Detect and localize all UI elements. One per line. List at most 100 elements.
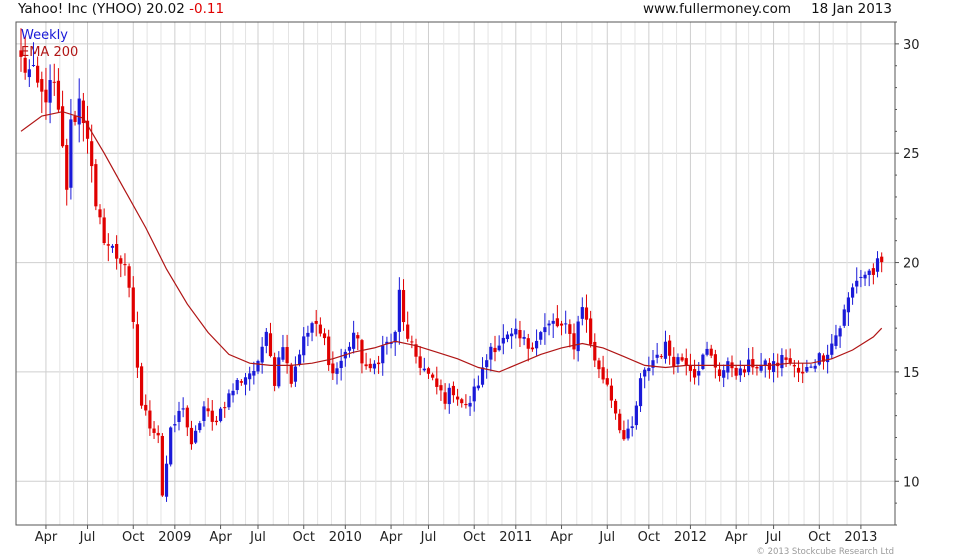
candle-body xyxy=(613,400,618,414)
candle-body xyxy=(435,378,439,387)
candle-body xyxy=(551,320,555,324)
candle-body xyxy=(256,360,260,372)
x-tick-label: Jul xyxy=(765,530,782,545)
candle-body xyxy=(243,377,248,385)
candle-body xyxy=(780,355,784,369)
x-tick-label: Oct xyxy=(463,530,485,545)
x-tick-label: Apr xyxy=(380,530,403,545)
candle-body xyxy=(198,423,202,431)
candle-body xyxy=(44,89,48,103)
x-tick-label: 2009 xyxy=(158,530,191,545)
candle-body xyxy=(381,345,385,364)
x-tick-label: Jul xyxy=(598,530,615,545)
candle-body xyxy=(347,346,352,351)
candle-body xyxy=(543,327,547,333)
plot-area xyxy=(16,22,895,525)
candle-body xyxy=(164,463,169,497)
candle-body xyxy=(410,341,414,343)
candle-body xyxy=(572,333,576,350)
candle-body xyxy=(31,65,36,67)
candle-body xyxy=(801,371,805,374)
y-tick-label: 30 xyxy=(903,38,920,53)
candle-body xyxy=(597,360,601,370)
candle-body xyxy=(364,364,368,367)
candle-body xyxy=(601,367,605,380)
candle-body xyxy=(830,343,834,355)
candle-body xyxy=(846,297,851,313)
candle-body xyxy=(110,245,115,248)
candle-body xyxy=(771,361,776,373)
candle-body xyxy=(709,348,713,356)
candle-body xyxy=(115,243,119,259)
candle-body xyxy=(19,50,23,57)
candle-body xyxy=(302,336,306,356)
candle-body xyxy=(464,403,468,406)
candle-body xyxy=(156,432,160,436)
candle-body xyxy=(52,81,56,83)
candle-body xyxy=(310,323,314,333)
candle-body xyxy=(376,362,381,365)
candle-body xyxy=(622,430,626,440)
candle-body xyxy=(589,318,593,345)
candle-body xyxy=(231,390,235,396)
candle-body xyxy=(593,341,597,361)
candle-body xyxy=(135,324,140,368)
candle-body xyxy=(148,410,152,429)
candle-body xyxy=(36,65,40,83)
candle-body xyxy=(684,358,688,365)
candle-body xyxy=(56,80,61,110)
candle-body xyxy=(206,408,210,412)
candle-body xyxy=(485,360,489,368)
x-tick-label: Oct xyxy=(808,530,830,545)
candle-body xyxy=(293,366,298,382)
candle-body xyxy=(426,368,431,374)
candle-body xyxy=(339,360,343,369)
candle-body xyxy=(705,348,709,355)
candle-body xyxy=(281,347,285,360)
candle-body xyxy=(826,354,830,363)
candle-body xyxy=(418,356,422,368)
candle-body xyxy=(23,57,27,73)
candle-body xyxy=(73,116,77,122)
candle-body xyxy=(322,333,327,339)
candle-body xyxy=(564,323,568,325)
x-tick-label: Jul xyxy=(420,530,437,545)
candle-body xyxy=(48,80,52,103)
candle-body xyxy=(123,264,127,266)
candle-body xyxy=(260,346,264,363)
x-tick-label: 2011 xyxy=(499,530,532,545)
candle-body xyxy=(306,332,310,337)
candle-body xyxy=(69,119,73,188)
candle-body xyxy=(169,427,173,465)
x-tick-label: 2013 xyxy=(844,530,877,545)
candle-body xyxy=(443,392,447,404)
x-tick-label: 2012 xyxy=(674,530,707,545)
candle-body xyxy=(863,274,867,279)
candle-body xyxy=(185,407,189,428)
candle-body xyxy=(855,280,859,287)
x-tick-label: Apr xyxy=(209,530,232,545)
candle-body xyxy=(530,347,535,350)
candle-body xyxy=(227,393,231,408)
candle-body xyxy=(210,410,214,422)
candle-body xyxy=(751,359,755,368)
candle-body xyxy=(144,404,148,411)
candle-body xyxy=(27,69,31,78)
candle-body xyxy=(676,357,680,365)
candle-body xyxy=(805,366,809,372)
candle-body xyxy=(547,323,551,326)
candle-body xyxy=(871,268,875,275)
candle-body xyxy=(318,324,322,334)
candle-body xyxy=(489,346,493,360)
candle-body xyxy=(584,307,589,320)
candle-body xyxy=(268,333,273,357)
x-tick-label: Oct xyxy=(122,530,144,545)
candle-body xyxy=(605,378,609,385)
candle-body xyxy=(792,365,796,367)
candle-body xyxy=(431,374,435,378)
candle-body xyxy=(335,368,339,374)
candle-body xyxy=(638,378,643,407)
candle-body xyxy=(626,428,630,439)
candle-body xyxy=(235,379,239,391)
candle-body xyxy=(223,407,227,409)
